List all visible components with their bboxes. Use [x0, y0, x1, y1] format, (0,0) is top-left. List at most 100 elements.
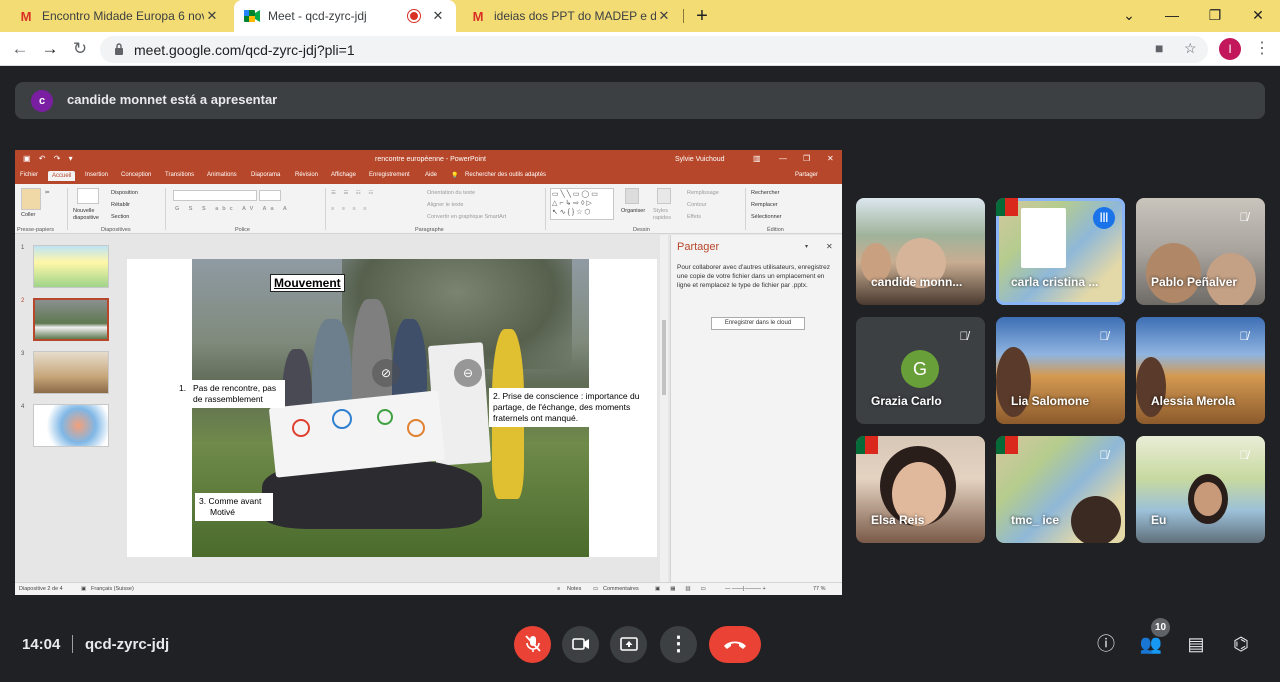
activities-icon[interactable]: ⌬	[1229, 632, 1253, 656]
tab-title: Encontro Midade Europa 6 nove	[42, 9, 204, 23]
close-tab-icon[interactable]: ✕	[430, 8, 446, 24]
new-tab-button[interactable]: +	[690, 4, 714, 28]
slide-item-3: 3. Comme avant Motivé	[195, 493, 273, 521]
font-size-box	[259, 190, 281, 201]
outline-label: Contour	[687, 202, 707, 208]
minimize-button[interactable]: —	[1150, 0, 1194, 32]
participant-name: Alessia Merola	[1151, 394, 1236, 408]
participant-count-badge: 10	[1151, 618, 1170, 637]
portugal-flag	[996, 198, 1018, 216]
browser-tab-gmail-1[interactable]: M Encontro Midade Europa 6 nove ✕	[8, 0, 230, 32]
align-text-label: Aligner le texte	[427, 202, 464, 208]
quick-access-toolbar: ▣ ↶ ↷ ▾	[23, 154, 76, 163]
participant-tile[interactable]: 🎙̸ Alessia Merola	[1136, 317, 1265, 424]
shapes-gallery: ▭ ╲ ╲ ▭ ◯ ▭ △ ⌐ ↳ ⇨ ◊ ▷ ↖ ∿ { } ☆ ⬡	[550, 188, 614, 220]
pp-tab-revision: Révision	[295, 172, 319, 178]
pp-share-button: Partager	[795, 172, 819, 178]
pp-maximize-icon: ❐	[803, 154, 811, 163]
chat-icon[interactable]: ▤	[1184, 632, 1208, 656]
close-window-button[interactable]: ✕	[1236, 0, 1280, 32]
layout-label: Disposition	[111, 190, 138, 196]
slide-item-2: 2. Prise de conscience : importance du p…	[489, 388, 655, 427]
find-label: Rechercher	[751, 190, 780, 196]
current-slide: Mouvement ⊘ ⊖ 1. Pas de rencontre, pas d…	[127, 259, 657, 557]
meeting-details-icon[interactable]: ⓘ	[1094, 632, 1118, 656]
bookmark-star-icon[interactable]: ☆	[1184, 40, 1197, 57]
slide-item-3-line-1: 3. Comme avant	[199, 496, 262, 506]
close-tab-icon[interactable]: ✕	[204, 8, 220, 24]
participant-name: Grazia Carlo	[871, 394, 942, 408]
pp-tab-insertion: Insertion	[85, 172, 109, 178]
pp-tab-accueil: Accueil	[48, 171, 76, 181]
pane-options-icon: ▾	[805, 244, 809, 250]
leave-call-button[interactable]	[709, 626, 761, 663]
forward-button[interactable]: →	[38, 37, 62, 61]
camera-in-use-icon[interactable]: ■	[1155, 40, 1163, 56]
banner-drawing	[377, 409, 393, 425]
arrange-icon	[625, 188, 639, 204]
lock-icon	[115, 43, 123, 55]
participant-name: Elsa Reis	[871, 513, 925, 527]
meeting-code: qcd-zyrc-jdj	[85, 636, 170, 653]
slide-item-1-text: Pas de rencontre, pas de rassemblement	[193, 383, 277, 404]
fill-label: Remplissage	[687, 190, 719, 196]
group-drawing: Dessin	[633, 227, 650, 233]
mic-toggle-button[interactable]	[514, 626, 551, 663]
browser-tab-gmail-2[interactable]: M ideias dos PPT do MADEP e do M ✕	[460, 0, 682, 32]
tab-search-icon[interactable]: ⌄	[1107, 0, 1151, 32]
participant-tile[interactable]: candide monn...	[856, 198, 985, 305]
banner-drawing	[407, 419, 425, 437]
save-to-cloud-button: Enregistrer dans le cloud	[711, 317, 805, 330]
font-format-icons: G S S abc AV Aa A	[175, 206, 291, 212]
list-icons: ☰ ☰ ☷ ☷	[331, 190, 377, 196]
thumb-number: 2	[21, 298, 25, 304]
section-label: Section	[111, 214, 130, 220]
participant-tile[interactable]: 🎙̸ tmc_ ice	[996, 436, 1125, 543]
participant-tile[interactable]: 🎙̸ Pablo Peñalver	[1136, 198, 1265, 305]
notes-icon: ≡	[557, 586, 561, 592]
back-button[interactable]: ←	[8, 37, 32, 61]
participant-tile[interactable]: 🎙̸ Eu	[1136, 436, 1265, 543]
view-mode-icons: ▣▦▥▭	[655, 586, 716, 592]
ribbon-separator	[67, 188, 68, 230]
gmail-icon: M	[472, 8, 484, 24]
profile-avatar[interactable]: I	[1219, 38, 1241, 60]
pp-tell-me: Rechercher des outils adaptés	[465, 172, 547, 178]
recording-icon	[408, 10, 420, 22]
share-pane-text: Pour collaborer avec d'autres utilisateu…	[677, 264, 830, 289]
slide-title: Mouvement	[270, 274, 345, 292]
present-screen-button[interactable]	[610, 626, 647, 663]
participant-face	[1194, 482, 1222, 516]
participant-name: candide monn...	[871, 275, 963, 289]
comments-icon: ▭	[593, 586, 599, 592]
participant-face	[1146, 243, 1201, 303]
powerpoint-title-bar: ▣ ↶ ↷ ▾ rencontre européenne - PowerPoin…	[15, 150, 842, 170]
meet-icon	[244, 8, 260, 24]
browser-tab-bar: M Encontro Midade Europa 6 nove ✕ Meet -…	[0, 0, 1280, 32]
participant-tile[interactable]: 🎙̸ Lia Salomone	[996, 317, 1125, 424]
address-toolbar: ← → ↻ meet.google.com/qcd-zyrc-jdj?pli=1…	[0, 32, 1280, 66]
pp-tab-affichage: Affichage	[331, 172, 356, 178]
group-font: Police	[235, 227, 250, 233]
omnibox[interactable]: meet.google.com/qcd-zyrc-jdj?pli=1 ■ ☆	[100, 36, 1208, 63]
zoom-level: 77 %	[813, 586, 826, 592]
thumb-number: 1	[21, 245, 25, 251]
quick-styles-icon	[657, 188, 671, 204]
notes-label: Notes	[567, 586, 582, 592]
participant-avatar: G	[901, 350, 939, 388]
paste-label: Coller	[21, 212, 36, 218]
participant-tile[interactable]: ||| carla cristina ...	[996, 198, 1125, 305]
participant-tile[interactable]: Elsa Reis	[856, 436, 985, 543]
banner-drawing	[292, 419, 310, 437]
maximize-button[interactable]: ❐	[1193, 0, 1237, 32]
more-options-button[interactable]: ⋮	[660, 626, 697, 663]
browser-menu-icon[interactable]: ⋮	[1254, 38, 1270, 58]
browser-tab-meet[interactable]: Meet - qcd-zyrc-jdj ✕	[234, 0, 456, 32]
reload-button[interactable]: ↻	[68, 37, 92, 61]
speaking-indicator-icon: |||	[1093, 207, 1115, 229]
participant-tile[interactable]: G 🎙̸ Grazia Carlo	[856, 317, 985, 424]
close-tab-icon[interactable]: ✕	[656, 8, 672, 24]
quick-styles-label: Styles rapides	[653, 208, 672, 221]
share-pane-title: Partager	[677, 241, 720, 253]
camera-toggle-button[interactable]	[562, 626, 599, 663]
